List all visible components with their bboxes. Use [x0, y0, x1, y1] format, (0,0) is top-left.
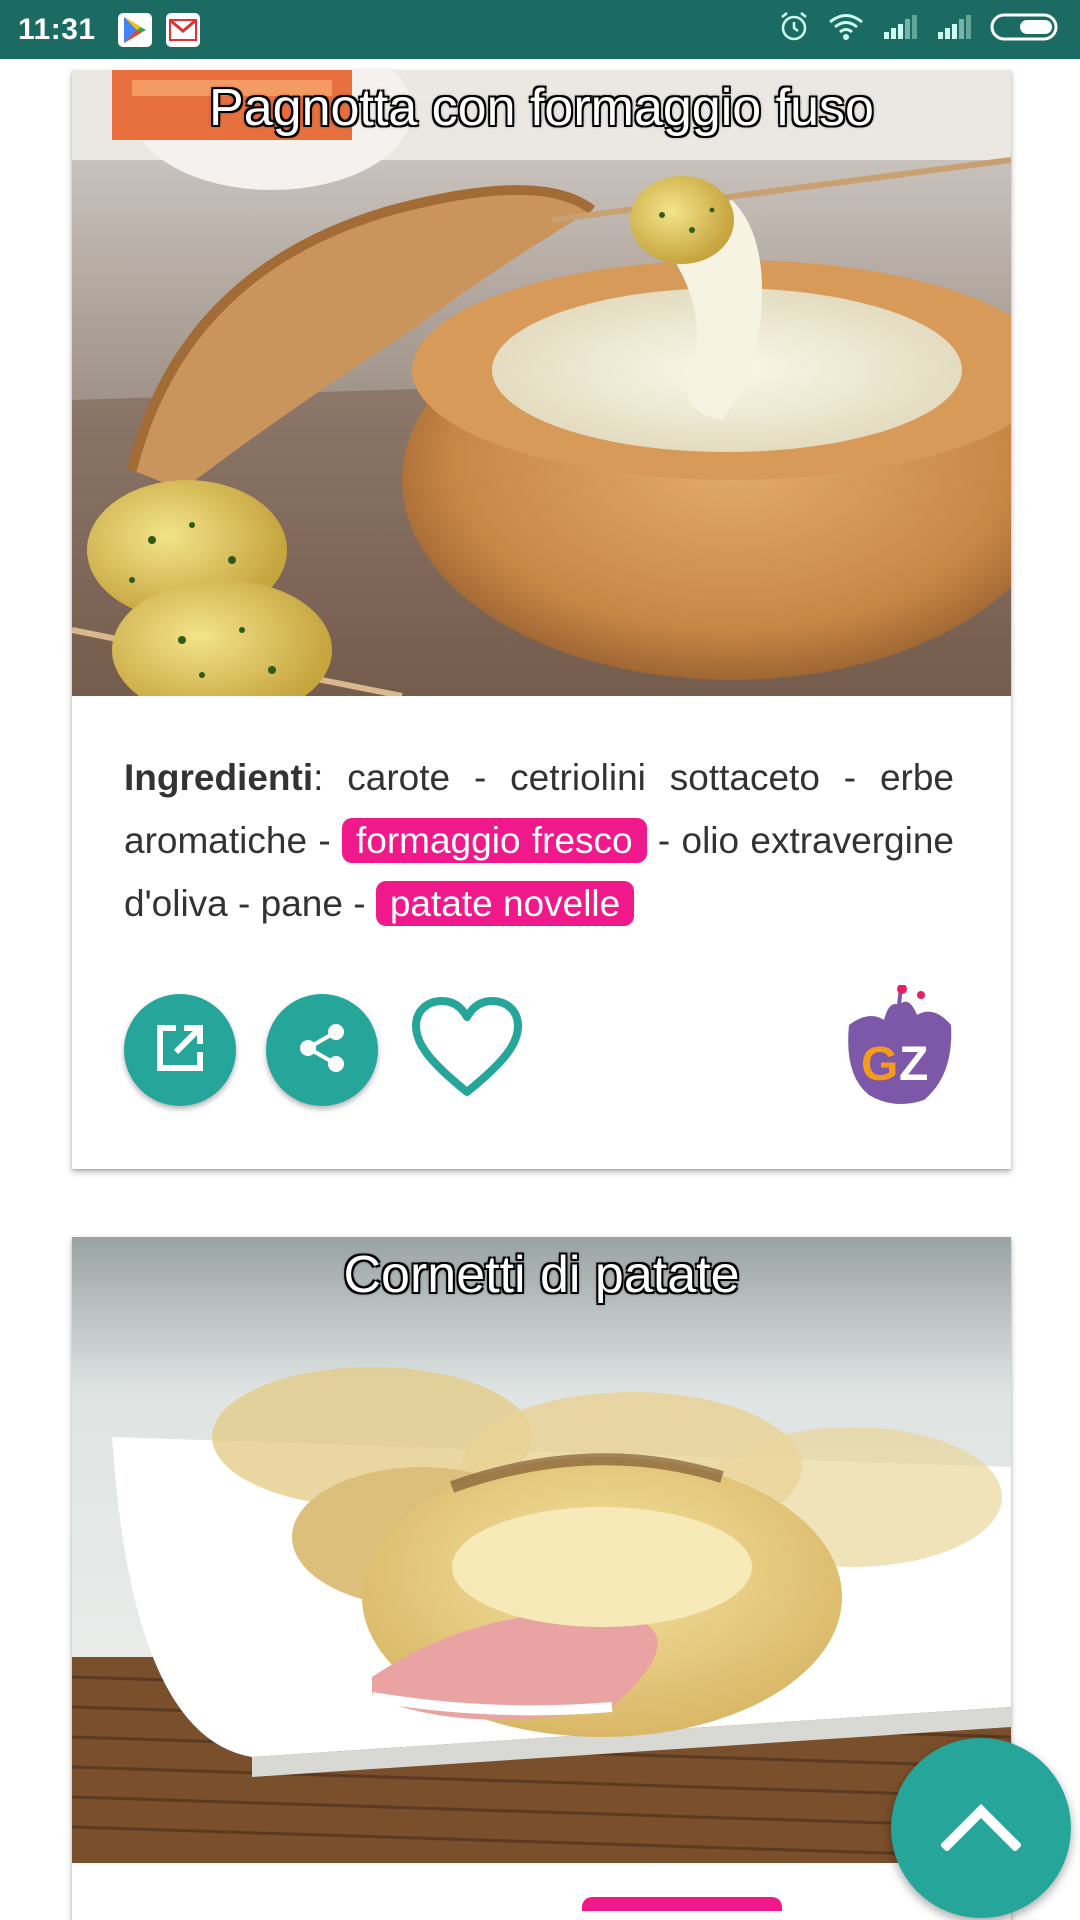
signal-icon [936, 14, 972, 45]
status-bar: 11:31 [0, 0, 1080, 59]
ingredients-label: Ingredienti [124, 757, 314, 798]
heart-icon [410, 996, 524, 1105]
battery-icon [990, 12, 1062, 47]
signal-icon [882, 14, 918, 45]
gmail-icon [165, 12, 200, 47]
play-store-icon [117, 12, 152, 47]
status-time: 11:31 [18, 12, 96, 46]
recipe-photo-image [72, 1237, 1011, 1863]
scroll-to-top-button[interactable] [891, 1738, 1071, 1918]
svg-text:Z: Z [899, 1038, 928, 1091]
recipe-photo[interactable]: Pagnotta con formaggio fuso [72, 70, 1011, 696]
share-button[interactable] [266, 994, 378, 1106]
share-icon [294, 1020, 350, 1081]
alarm-icon [778, 11, 810, 48]
source-logo: G Z [839, 984, 959, 1110]
recipe-photo-image [72, 70, 1011, 696]
open-external-icon [152, 1020, 208, 1081]
recipe-title: Pagnotta con formaggio fuso [209, 79, 874, 137]
recipe-card[interactable]: Cornetti di patate [72, 1237, 1011, 1920]
ingredient-tag[interactable]: patate novelle [375, 881, 635, 926]
open-recipe-button[interactable] [124, 994, 236, 1106]
ingredients-text: Ingredienti: carote - cetriolini sottace… [124, 757, 955, 926]
recipe-title: Cornetti di patate [343, 1246, 740, 1304]
chevron-up-icon [939, 1801, 1023, 1856]
recipe-photo[interactable]: Cornetti di patate [72, 1237, 1011, 1863]
wifi-icon [828, 13, 864, 46]
recipe-card[interactable]: Pagnotta con formaggio fuso Ingredienti:… [72, 70, 1011, 1169]
ingredient-tag[interactable]: formaggio fresco [341, 818, 647, 863]
favorite-button[interactable] [408, 994, 526, 1106]
card-actions [124, 994, 526, 1106]
svg-text:G: G [861, 1038, 898, 1091]
recipe-list[interactable]: Pagnotta con formaggio fuso Ingredienti:… [0, 59, 1080, 1920]
ingredient-tag[interactable] [582, 1897, 782, 1911]
